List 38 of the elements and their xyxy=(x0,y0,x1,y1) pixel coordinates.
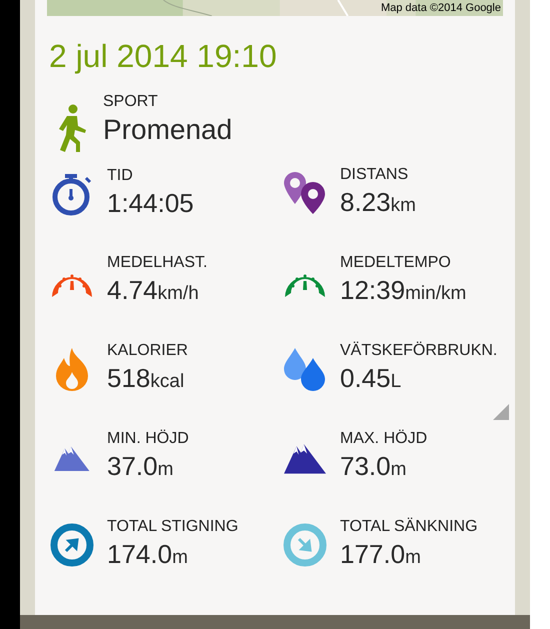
water-drops-icon xyxy=(282,346,328,392)
stat-value: 177.0 xyxy=(340,538,406,572)
date-title: 2 jul 2014 19:10 xyxy=(49,37,278,76)
sport-label: SPORT xyxy=(103,92,159,112)
down-arrow-circle-icon xyxy=(283,523,327,567)
stat-value: 0.45 xyxy=(340,362,391,396)
stat-value: 1:44:05 xyxy=(107,187,194,220)
stat-unit: m xyxy=(172,546,188,570)
stat-value: 4.74 xyxy=(107,274,158,308)
map-attribution: Map data ©2014 Google xyxy=(380,2,501,14)
stat-unit: min/km xyxy=(405,282,466,306)
sport-value: Promenad xyxy=(103,113,232,147)
stat-value: 73.0 xyxy=(340,450,391,484)
stat-value: 37.0 xyxy=(107,450,158,484)
stat-label: TOTAL STIGNING xyxy=(107,517,238,538)
stat-unit: km xyxy=(390,194,416,218)
stat-label: DISTANS xyxy=(340,165,410,186)
stat-label: TOTAL SÄNKNING xyxy=(340,517,478,538)
stat-label: MEDELTEMPO xyxy=(340,253,452,274)
stat-value: 174.0 xyxy=(107,538,172,572)
stat-label: VÄTSKEFÖRBRUKN. xyxy=(340,341,498,362)
stat-unit: L xyxy=(390,370,402,394)
stat-label: TID xyxy=(107,166,134,186)
corner-triangle-icon xyxy=(493,404,509,420)
stat-label: KALORIER xyxy=(107,341,188,362)
stat-label: MIN. HÖJD xyxy=(107,429,189,450)
stat-value: 518 xyxy=(107,362,150,396)
stat-unit: m xyxy=(158,458,174,482)
stat-unit: m xyxy=(405,546,421,570)
stat-label: MEDELHAST. xyxy=(107,253,208,274)
stat-unit: m xyxy=(390,458,406,482)
up-arrow-circle-icon xyxy=(50,523,94,567)
stat-value: 8.23 xyxy=(340,186,391,220)
stat-unit: km/h xyxy=(158,282,199,306)
stat-value: 12:39 xyxy=(340,274,406,308)
map-pins-icon xyxy=(282,170,328,216)
stat-label: MAX. HÖJD xyxy=(340,429,428,450)
stat-unit: kcal xyxy=(150,370,184,394)
